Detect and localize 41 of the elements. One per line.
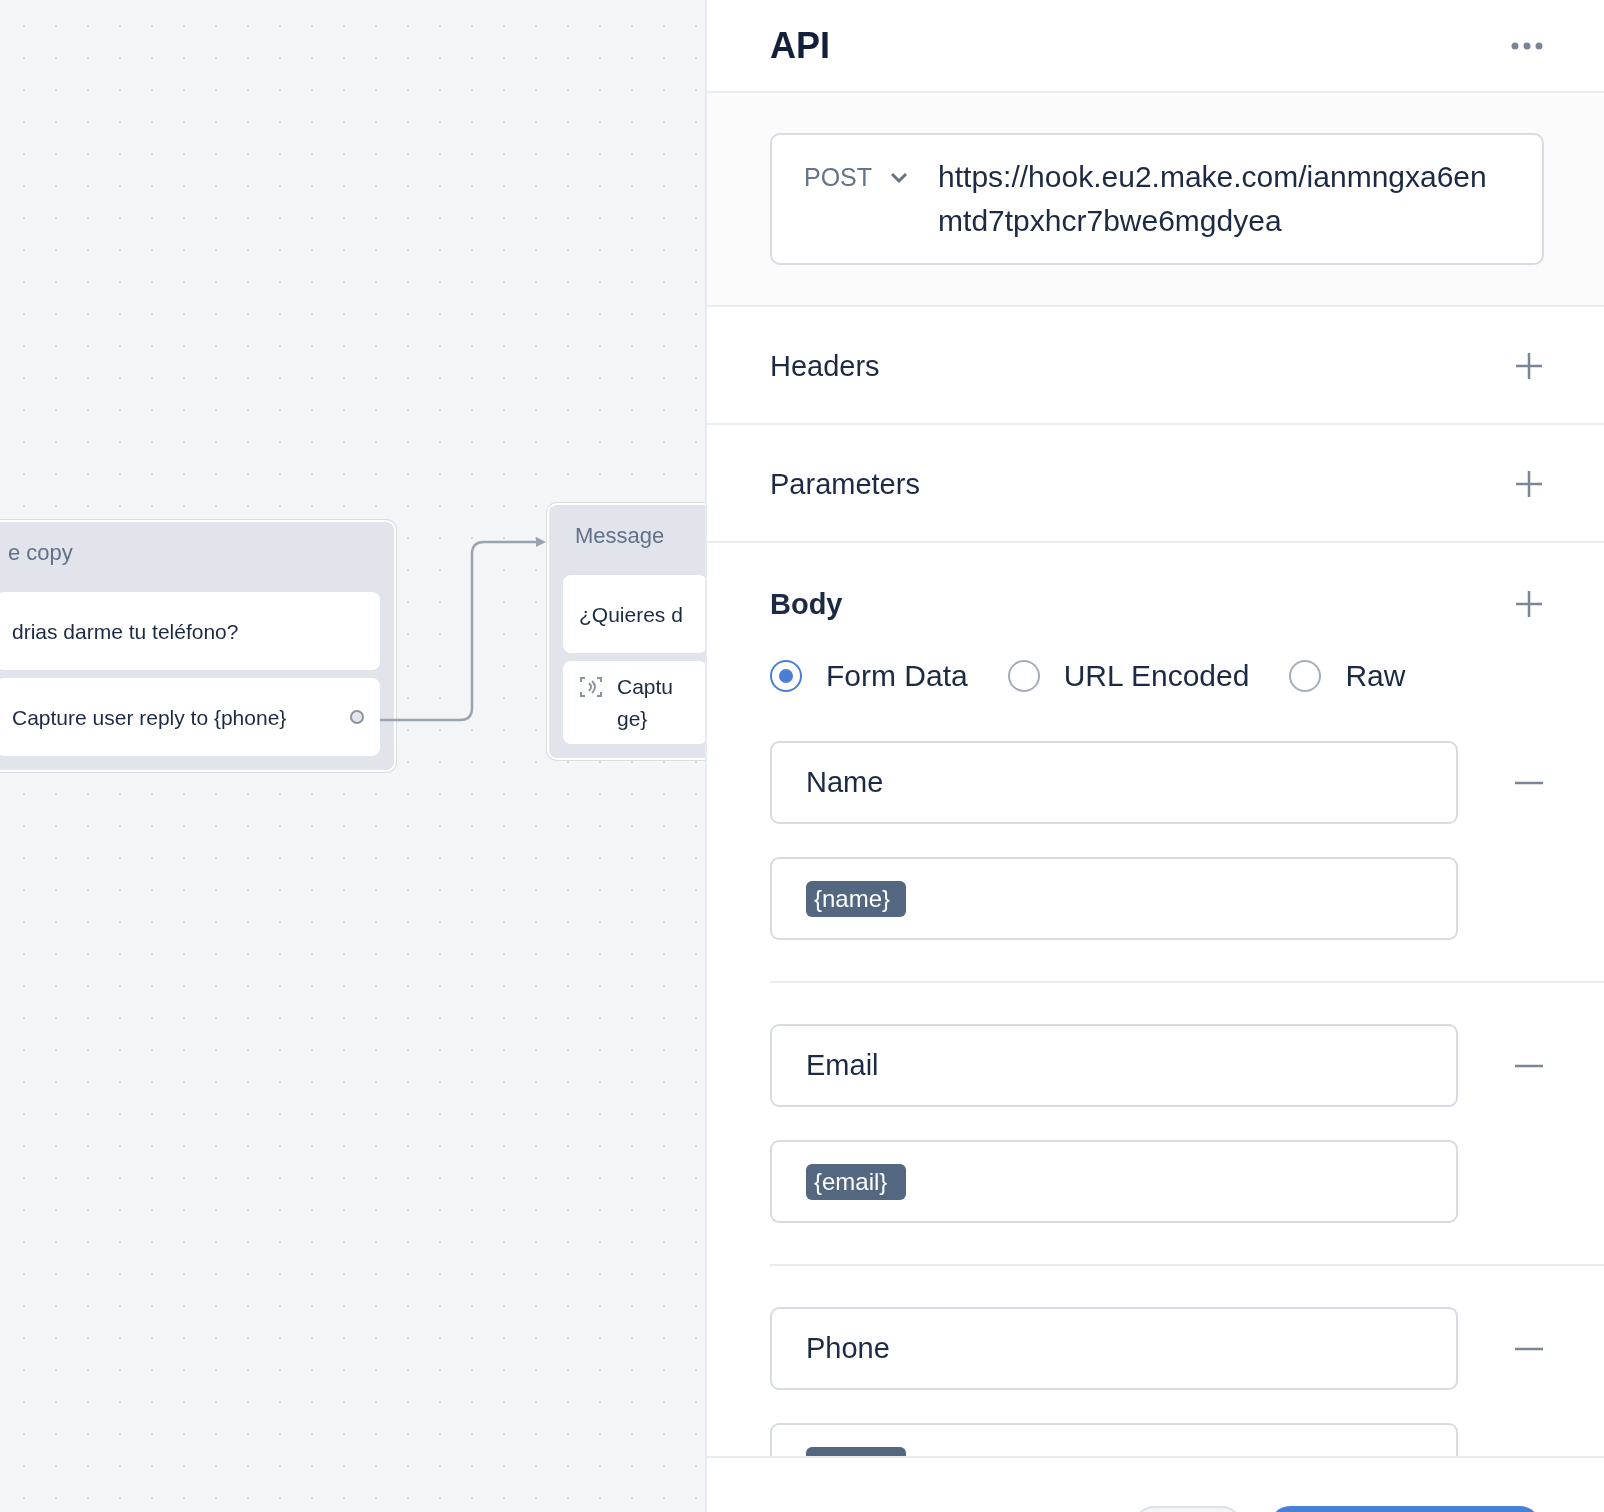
flow-node[interactable]: Message ¿Quieres d Captu ge} bbox=[547, 503, 705, 761]
key-field[interactable]: Phone bbox=[770, 1307, 1458, 1390]
radio-option[interactable]: URL Encoded bbox=[1007, 659, 1250, 693]
step-text: Captu ge} bbox=[617, 674, 674, 732]
key-field[interactable]: Email bbox=[770, 1024, 1458, 1107]
radio-option[interactable]: Raw bbox=[1289, 659, 1406, 693]
radio-option[interactable]: Form Data bbox=[770, 659, 968, 693]
plus-icon bbox=[1515, 590, 1543, 618]
variable-tag: {email} bbox=[806, 1163, 906, 1200]
flow-node[interactable]: e copy drias darme tu teléfono? Capture user reply to {phone} bbox=[0, 520, 396, 773]
url-field[interactable]: POST https://hook.eu2.make.com/ianmngxa6enmtd7tpxhcr7bwe6mgdyea bbox=[770, 133, 1544, 265]
add-button[interactable] bbox=[1514, 351, 1544, 381]
node-step[interactable]: ¿Quieres d bbox=[563, 575, 705, 654]
variable-tag: {name} bbox=[806, 880, 906, 917]
add-button[interactable] bbox=[1514, 469, 1544, 499]
step-text: drias darme tu teléfono? bbox=[12, 618, 239, 645]
method-dropdown[interactable]: POST bbox=[804, 163, 909, 192]
add-button[interactable] bbox=[1514, 589, 1544, 619]
url-text: https://hook.eu2.make.com/ianmngxa6enmtd7tpxhcr7bwe6mgdyea bbox=[938, 159, 1488, 239]
step-text: Capture user reply to {phone} bbox=[12, 704, 287, 731]
node-step[interactable]: Captu ge} bbox=[563, 661, 705, 745]
panel-title: API bbox=[770, 24, 830, 67]
key-field[interactable]: Name bbox=[770, 741, 1458, 824]
node-title: Message bbox=[574, 522, 666, 550]
plus-icon bbox=[1515, 352, 1543, 380]
node-step[interactable]: drias darme tu teléfono? bbox=[0, 592, 380, 671]
capture-icon bbox=[579, 675, 603, 700]
minus-icon bbox=[1515, 780, 1543, 785]
minus-icon bbox=[1515, 1346, 1543, 1351]
step-text: ¿Quieres d bbox=[579, 601, 683, 628]
section-title: Parameters bbox=[770, 467, 920, 501]
minus-icon bbox=[1515, 1063, 1543, 1068]
value-field[interactable]: {email} bbox=[770, 1140, 1458, 1223]
section-title: Body bbox=[770, 587, 843, 621]
caret-icon bbox=[890, 171, 909, 184]
section-title: Headers bbox=[770, 349, 880, 383]
plus-icon bbox=[1515, 470, 1543, 498]
node-title: e copy bbox=[7, 539, 74, 567]
node-step[interactable]: Capture user reply to {phone} bbox=[0, 678, 380, 757]
value-field[interactable]: {name} bbox=[770, 857, 1458, 940]
output-port[interactable] bbox=[350, 710, 364, 725]
